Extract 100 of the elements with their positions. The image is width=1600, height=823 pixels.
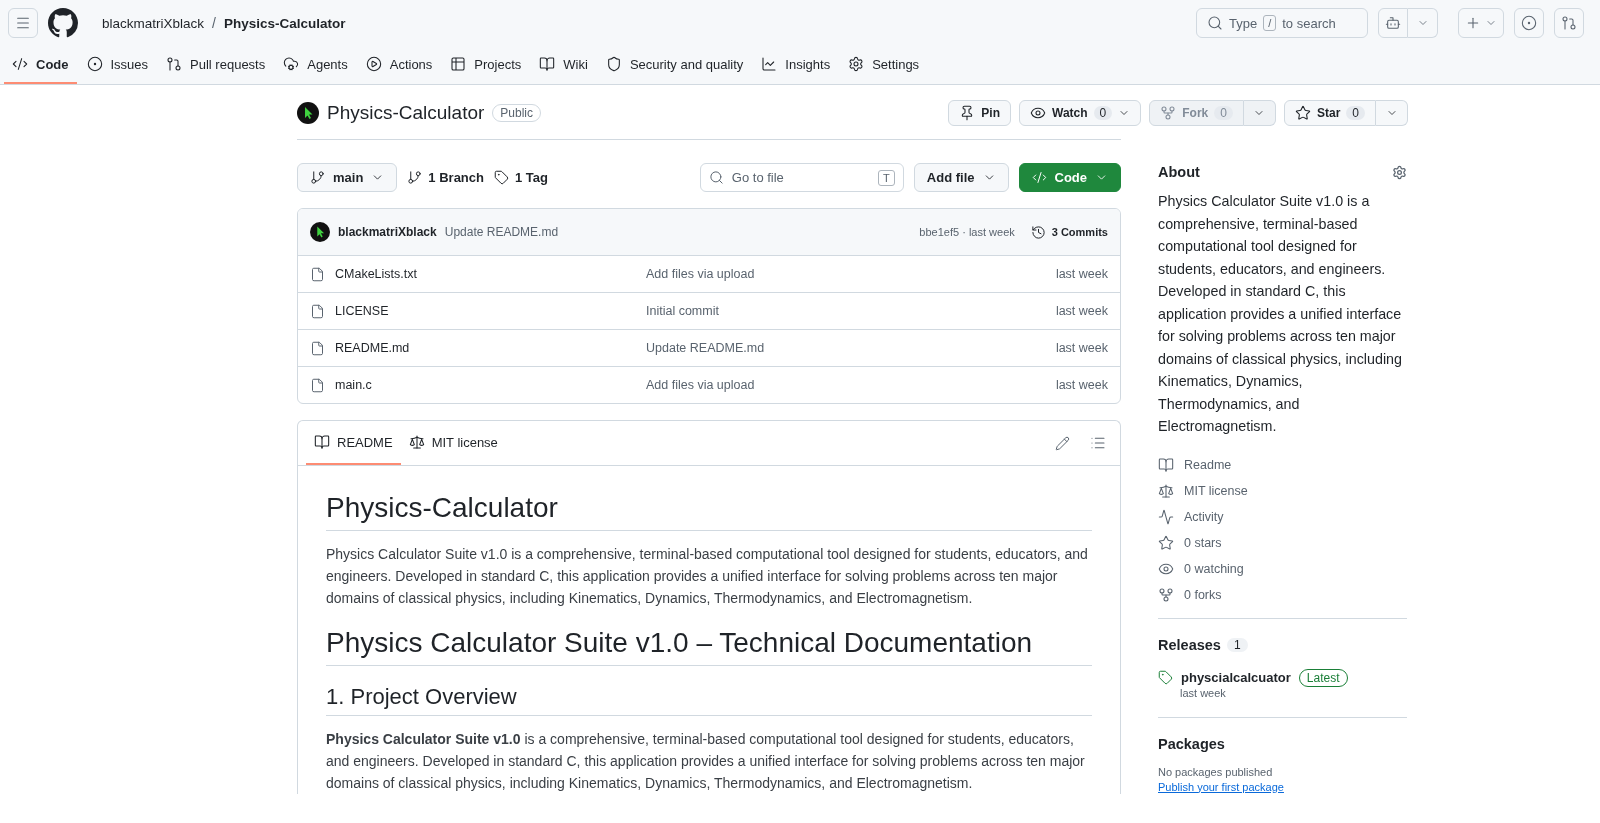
file-time: last week xyxy=(1055,341,1108,355)
issues-button[interactable] xyxy=(1514,8,1544,38)
menu-icon xyxy=(15,15,31,31)
code-icon xyxy=(12,56,28,72)
branch-icon xyxy=(407,170,423,185)
star-icon xyxy=(1294,105,1311,121)
releases-count: 1 xyxy=(1226,637,1248,652)
robot-icon xyxy=(1385,15,1401,31)
readme-tab[interactable]: MIT license xyxy=(400,421,506,465)
about-link[interactable]: 0 watching xyxy=(1158,555,1407,582)
code-button[interactable]: Code xyxy=(1018,163,1121,192)
owner-link[interactable]: blackmatriXblack xyxy=(102,15,205,31)
nav-tab[interactable]: Projects xyxy=(442,46,530,84)
releases-title[interactable]: Releases xyxy=(1158,636,1221,653)
nav-tab[interactable]: Settings xyxy=(840,46,928,84)
nav-tab[interactable]: Pull requests xyxy=(158,46,274,84)
about-title: About xyxy=(1158,164,1200,180)
circle-dot-icon xyxy=(86,56,103,72)
pencil-icon xyxy=(1054,435,1070,451)
cloud-icon xyxy=(283,56,300,72)
pin-button[interactable]: Pin xyxy=(948,100,1011,126)
star-button[interactable]: Star 0 xyxy=(1283,100,1376,126)
nav-tab[interactable]: Actions xyxy=(357,46,441,84)
shield-icon xyxy=(605,56,622,72)
pull-request-icon xyxy=(1561,15,1577,31)
file-commit-message[interactable]: Add files via upload xyxy=(646,267,1056,281)
readme-tab[interactable]: README xyxy=(306,421,401,465)
file-time: last week xyxy=(1055,378,1108,392)
pull-request-icon xyxy=(166,56,183,72)
repo-name: Physics-Calculator xyxy=(327,102,485,124)
about-link[interactable]: Readme xyxy=(1158,451,1407,478)
tags-link[interactable]: 1 Tag xyxy=(494,170,548,185)
file-time: last week xyxy=(1055,304,1108,318)
nav-tab[interactable]: Insights xyxy=(753,46,839,84)
nav-tab[interactable]: Agents xyxy=(275,46,356,84)
about-link[interactable]: 0 stars xyxy=(1158,529,1407,556)
tag-icon xyxy=(1158,670,1173,685)
history-icon xyxy=(1030,224,1046,240)
file-link[interactable]: CMakeLists.txt xyxy=(310,266,610,282)
about-link[interactable]: MIT license xyxy=(1158,477,1407,504)
create-new-button[interactable] xyxy=(1458,8,1504,38)
packages-title[interactable]: Packages xyxy=(1158,735,1225,752)
scale-icon xyxy=(408,434,425,450)
file-icon xyxy=(310,377,325,393)
readme-paragraph: Physics Calculator Suite v1.0 is a comprehensive, terminal-based computational tool designed for students, educators, and engineers. Developed in standard C, this application provides a unified interface for solving problems across ten major domains of classical physics, including Kinematics, Dynamics, Thermodynamics, and Electromagnetism. xyxy=(326,545,1089,608)
pulse-icon xyxy=(1158,508,1174,525)
menu-button[interactable] xyxy=(8,8,38,38)
tag-icon xyxy=(494,170,509,185)
file-commit-message[interactable]: Initial commit xyxy=(646,304,1056,318)
readme-heading: Physics Calculator Suite v1.0 – Technical Documentation xyxy=(326,627,1092,666)
book-icon xyxy=(539,56,556,72)
watch-button[interactable]: Watch 0 xyxy=(1019,100,1142,126)
star-icon xyxy=(1158,534,1174,551)
commit-hash[interactable]: bbe1ef5 · last week xyxy=(919,226,1015,238)
go-to-file-field[interactable]: Go to file T xyxy=(699,163,904,192)
play-icon xyxy=(365,56,382,72)
file-icon xyxy=(310,303,325,319)
list-icon xyxy=(1090,435,1106,451)
release-time: last week xyxy=(1179,686,1227,699)
packages-empty-text: No packages published xyxy=(1158,765,1274,778)
commit-author[interactable]: blackmatriXblack xyxy=(338,225,437,239)
branch-button[interactable]: main xyxy=(297,163,398,192)
file-icon xyxy=(310,340,325,356)
eye-icon xyxy=(1030,105,1046,121)
release-name[interactable]: physcialcalcuator xyxy=(1181,670,1291,685)
publish-package-link[interactable]: Publish your first package xyxy=(1158,780,1284,793)
add-file-button[interactable]: Add file xyxy=(913,163,1009,192)
book-icon xyxy=(1158,456,1174,473)
about-link[interactable]: Activity xyxy=(1158,503,1407,530)
avatar-icon xyxy=(297,102,319,124)
octocat-logo[interactable] xyxy=(48,8,78,38)
copilot-button[interactable] xyxy=(1378,8,1408,38)
avatar-icon xyxy=(310,222,330,242)
file-link[interactable]: README.md xyxy=(310,340,610,356)
code-icon xyxy=(1031,170,1047,185)
nav-tab[interactable]: Wiki xyxy=(531,46,596,84)
commit-message[interactable]: Update README.md xyxy=(444,225,559,239)
branch-icon xyxy=(310,170,325,185)
readme-paragraph: Physics Calculator Suite v1.0 is a comprehensive, terminal-based computational tool designed for students, educators, and engineers. Developed in standard C, this application provides a unified interface for solving problems across ten major domains of classical physics, including Kinematics, Dynamics, Thermodynamics, and Electromagnetism. xyxy=(326,730,1086,793)
file-time: last week xyxy=(1055,267,1108,281)
nav-tab[interactable]: Code xyxy=(4,46,77,84)
readme-heading: Physics-Calculator xyxy=(326,492,1092,531)
nav-tab[interactable]: Security and quality xyxy=(597,46,752,84)
file-icon xyxy=(310,266,325,282)
about-description: Physics Calculator Suite v1.0 is a comprehensive, terminal-based computational tool designed for students, educators, and engineers. Developed in standard C, this application provides a unified interface for solving problems across ten major domains of classical physics, including Kinematics, Dynamics, Thermodynamics, and Electromagnetism. xyxy=(1158,192,1403,436)
graph-icon xyxy=(761,56,778,72)
settings-icon[interactable] xyxy=(1392,164,1407,180)
search-field[interactable]: Type / to search xyxy=(1196,8,1368,38)
file-link[interactable]: main.c xyxy=(310,377,610,393)
branches-link[interactable]: 1 Branch xyxy=(407,170,484,185)
commits-link[interactable]: 3 Commits xyxy=(1030,224,1108,240)
nav-tab[interactable]: Issues xyxy=(78,46,157,84)
repo-link[interactable]: Physics-Calculator xyxy=(223,15,346,31)
settings-icon xyxy=(848,56,865,72)
about-link[interactable]: 0 forks xyxy=(1158,581,1407,608)
file-commit-message[interactable]: Add files via upload xyxy=(646,378,1056,392)
file-commit-message[interactable]: Update README.md xyxy=(646,341,1056,355)
file-link[interactable]: LICENSE xyxy=(310,303,610,319)
scale-icon xyxy=(1158,482,1174,499)
pull-requests-button[interactable] xyxy=(1554,8,1584,38)
